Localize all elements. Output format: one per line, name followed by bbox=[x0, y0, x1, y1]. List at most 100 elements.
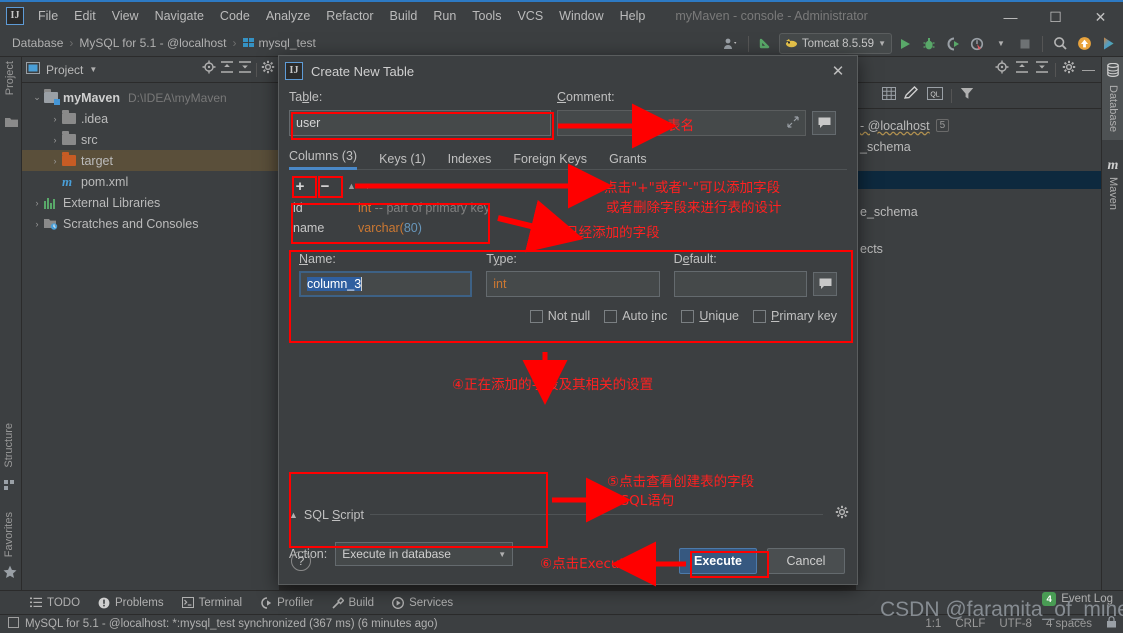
expand-all-icon[interactable] bbox=[1015, 60, 1029, 79]
checkbox-box[interactable] bbox=[604, 309, 618, 323]
menu-item-code[interactable]: Code bbox=[212, 6, 258, 26]
file-encoding[interactable]: UTF-8 bbox=[999, 618, 1032, 630]
run-icon[interactable] bbox=[894, 33, 916, 55]
menu-item-file[interactable]: File bbox=[30, 6, 66, 26]
close-icon[interactable]: ✕ bbox=[1078, 2, 1123, 32]
expand-all-icon[interactable] bbox=[220, 60, 234, 79]
coverage-icon[interactable] bbox=[942, 33, 964, 55]
breadcrumb-database[interactable]: Database bbox=[8, 34, 67, 52]
locate-icon[interactable] bbox=[995, 60, 1009, 79]
collapse-icon[interactable]: ▲ bbox=[289, 510, 298, 520]
sql-script-header[interactable]: ▲ SQL Script bbox=[289, 505, 849, 524]
table-name-input[interactable]: user bbox=[289, 110, 551, 136]
menu-item-analyze[interactable]: Analyze bbox=[258, 6, 318, 26]
menu-item-view[interactable]: View bbox=[104, 6, 147, 26]
menu-item-tools[interactable]: Tools bbox=[464, 6, 509, 26]
move-up-button[interactable]: ▲ bbox=[345, 181, 358, 191]
debug-icon[interactable] bbox=[918, 33, 940, 55]
gear-icon[interactable] bbox=[1062, 60, 1076, 79]
minimize-icon[interactable]: — bbox=[988, 2, 1033, 32]
collapse-all-icon[interactable] bbox=[238, 60, 252, 79]
chevron-down-icon[interactable]: ⌄ bbox=[30, 92, 44, 103]
locate-icon[interactable] bbox=[202, 60, 216, 79]
checkbox-primary-key[interactable]: Primary key bbox=[753, 309, 837, 323]
caret-position[interactable]: 1:1 bbox=[925, 618, 941, 630]
tree-node-idea[interactable]: › .idea bbox=[22, 108, 279, 129]
tree-node-external-libraries[interactable]: › External Libraries bbox=[22, 192, 279, 213]
bottom-item-profiler[interactable]: Profiler bbox=[260, 597, 314, 609]
checkbox-unique[interactable]: Unique bbox=[681, 309, 739, 323]
tool-window-structure[interactable]: Structure bbox=[3, 423, 15, 468]
tab-keys[interactable]: Keys (1) bbox=[379, 152, 426, 170]
tree-node-pom-xml[interactable]: m pom.xml bbox=[22, 171, 279, 192]
chevron-right-icon[interactable]: › bbox=[30, 198, 44, 208]
idea-icon[interactable] bbox=[1097, 33, 1119, 55]
tree-node-target[interactable]: › target bbox=[22, 150, 279, 171]
checkbox-box[interactable] bbox=[681, 309, 695, 323]
checkbox-not-null[interactable]: Not null bbox=[529, 309, 590, 323]
checkbox-box[interactable] bbox=[753, 309, 766, 323]
menu-item-edit[interactable]: Edit bbox=[66, 6, 104, 26]
menu-item-run[interactable]: Run bbox=[425, 6, 464, 26]
db-tree-row-schema[interactable]: _schema bbox=[856, 136, 1101, 157]
db-tree-row-perf-schema[interactable]: e_schema bbox=[856, 201, 1101, 222]
menu-item-window[interactable]: Window bbox=[551, 6, 611, 26]
collapse-all-icon[interactable] bbox=[1035, 60, 1049, 79]
column-row-name[interactable]: name varchar(80) bbox=[289, 218, 847, 238]
expand-icon[interactable] bbox=[787, 115, 799, 131]
tool-window-favorites[interactable]: Favorites bbox=[3, 512, 15, 557]
tab-foreign-keys[interactable]: Foreign Keys bbox=[513, 152, 587, 170]
filter-icon[interactable] bbox=[960, 87, 974, 105]
execute-button[interactable]: Execute bbox=[679, 548, 757, 574]
updates-icon[interactable] bbox=[1073, 33, 1095, 55]
menu-item-build[interactable]: Build bbox=[382, 6, 426, 26]
comment-input[interactable] bbox=[557, 110, 806, 136]
bottom-item-terminal[interactable]: Terminal bbox=[181, 597, 242, 609]
gear-icon[interactable] bbox=[835, 505, 849, 524]
menu-item-navigate[interactable]: Navigate bbox=[147, 6, 212, 26]
db-tree-row-projects[interactable]: ects bbox=[856, 238, 1101, 259]
tree-node-mymaven[interactable]: ⌄ myMaven D:\IDEA\myMaven bbox=[22, 87, 279, 108]
chevron-right-icon[interactable]: › bbox=[48, 114, 62, 124]
column-default-input[interactable] bbox=[673, 271, 808, 297]
dialog-close-icon[interactable]: ✕ bbox=[825, 58, 851, 84]
bottom-item-services[interactable]: Services bbox=[392, 597, 453, 609]
cancel-button[interactable]: Cancel bbox=[767, 548, 845, 574]
tool-window-project[interactable]: Project bbox=[4, 61, 16, 95]
query-console-icon[interactable]: QL bbox=[927, 86, 943, 105]
move-down-button[interactable]: ▼ bbox=[361, 181, 374, 191]
tool-window-maven[interactable]: m Maven bbox=[1102, 152, 1123, 218]
indent-setting[interactable]: 4 spaces bbox=[1046, 618, 1092, 630]
run-configuration-selector[interactable]: Tomcat 8.5.59 ▼ bbox=[778, 33, 892, 54]
db-tree-row-datasource[interactable]: - @localhost 5 bbox=[856, 115, 1101, 136]
bottom-item-build[interactable]: Build bbox=[331, 597, 374, 609]
hide-panel-icon[interactable]: — bbox=[1082, 62, 1095, 77]
profile-icon[interactable] bbox=[966, 33, 988, 55]
chevron-right-icon[interactable]: › bbox=[48, 156, 62, 166]
tab-indexes[interactable]: Indexes bbox=[448, 152, 492, 170]
menu-item-refactor[interactable]: Refactor bbox=[318, 6, 381, 26]
tab-grants[interactable]: Grants bbox=[609, 152, 647, 170]
chevron-down-icon[interactable]: ▼ bbox=[89, 65, 97, 74]
help-button[interactable]: ? bbox=[291, 551, 311, 571]
menu-item-help[interactable]: Help bbox=[612, 6, 654, 26]
breadcrumb-schema[interactable]: mysql_test bbox=[239, 34, 320, 52]
tool-window-database[interactable]: Database bbox=[1102, 57, 1123, 141]
event-log-button[interactable]: 4 Event Log bbox=[1042, 592, 1113, 606]
breadcrumb-datasource[interactable]: MySQL for 5.1 - @localhost bbox=[75, 34, 230, 52]
checkbox-box[interactable] bbox=[529, 309, 543, 323]
tree-node-src[interactable]: › src bbox=[22, 129, 279, 150]
tab-columns[interactable]: Columns (3) bbox=[289, 149, 358, 170]
project-folder-icon[interactable] bbox=[5, 115, 18, 133]
remove-column-button[interactable]: − bbox=[314, 176, 336, 196]
gear-icon[interactable] bbox=[261, 60, 275, 79]
chevron-down-icon[interactable]: ▼ bbox=[990, 33, 1012, 55]
add-column-button[interactable]: + bbox=[289, 176, 311, 196]
tree-node-scratches-and-consoles[interactable]: › Scratches and Consoles bbox=[22, 213, 279, 234]
bottom-item-todo[interactable]: TODO bbox=[30, 597, 80, 609]
column-comment-button[interactable] bbox=[813, 272, 837, 296]
lock-icon[interactable] bbox=[1106, 616, 1117, 631]
checkbox-auto-inc[interactable]: Auto inc bbox=[604, 309, 667, 323]
user-icon[interactable] bbox=[720, 33, 742, 55]
menu-item-vcs[interactable]: VCS bbox=[509, 6, 551, 26]
